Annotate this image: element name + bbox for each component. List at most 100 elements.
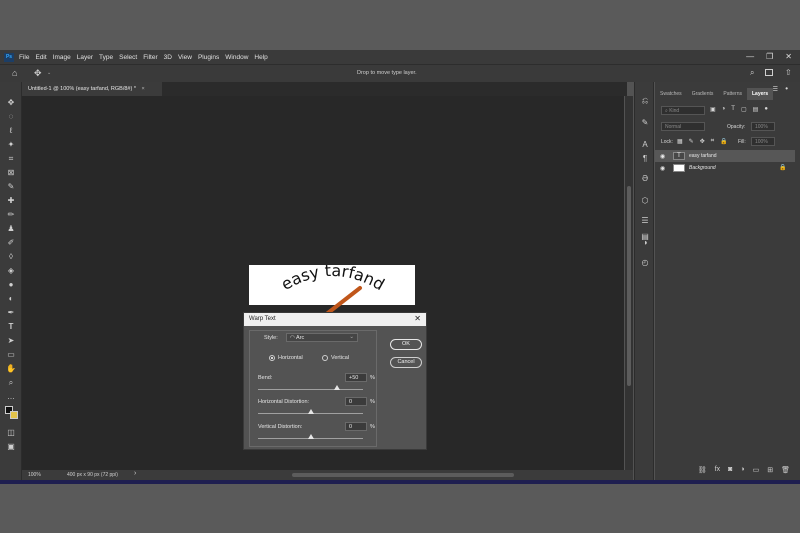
type-icon[interactable]: T: [6, 322, 16, 332]
eye-icon[interactable]: ◉: [660, 165, 665, 172]
stamp-icon[interactable]: ♟: [6, 224, 16, 234]
tab-gradients[interactable]: Gradients: [687, 88, 719, 100]
menu-image[interactable]: Image: [53, 54, 71, 61]
filter-toggle-icon[interactable]: ●: [764, 106, 768, 113]
move-tool-icon[interactable]: ✥: [34, 68, 42, 79]
horizontal-scrollbar[interactable]: [292, 473, 514, 477]
rectangle-icon[interactable]: ▭: [6, 350, 16, 360]
close-icon[interactable]: ✕: [414, 314, 421, 323]
filter-kind-select[interactable]: ⌕ Kind: [661, 106, 705, 115]
vertical-radio[interactable]: [322, 355, 328, 361]
delete-layer-icon[interactable]: 🗑: [781, 466, 790, 480]
new-layer-icon[interactable]: ⊞: [767, 466, 773, 480]
chevron-right-icon[interactable]: ›: [134, 470, 136, 477]
hand-icon[interactable]: ✋: [6, 364, 16, 374]
lasso-icon[interactable]: ℓ: [6, 126, 16, 136]
paint-bucket-icon[interactable]: ◈: [6, 266, 16, 276]
layer-mask-icon[interactable]: ◙: [728, 466, 732, 480]
pen-icon[interactable]: ✒: [6, 308, 16, 318]
brush-settings-icon[interactable]: ✎: [640, 118, 650, 128]
lock-artboard-icon[interactable]: ⌗: [711, 138, 714, 145]
menu-view[interactable]: View: [178, 54, 192, 61]
layer-row-text[interactable]: ◉ T easy tarfand: [655, 150, 795, 162]
magic-wand-icon[interactable]: ✦: [6, 140, 16, 150]
lock-transparent-icon[interactable]: ▦: [677, 138, 683, 145]
menu-plugins[interactable]: Plugins: [198, 54, 219, 61]
horizontal-distortion-knob[interactable]: [307, 409, 314, 414]
minimize-icon[interactable]: —: [746, 52, 754, 61]
horizontal-distortion-input[interactable]: 0: [345, 397, 367, 406]
menu-help[interactable]: Help: [254, 54, 267, 61]
fill-input[interactable]: 100%: [751, 137, 775, 146]
eyedropper-icon[interactable]: ✎: [6, 182, 16, 192]
eraser-icon[interactable]: ◊: [6, 252, 16, 262]
pixel-filter-icon[interactable]: ▣: [710, 106, 716, 113]
home-icon[interactable]: ⌂: [12, 68, 17, 78]
properties-icon[interactable]: ☰: [640, 216, 650, 226]
3d-icon[interactable]: ⬡: [640, 196, 650, 206]
frame-icon[interactable]: ⊠: [6, 168, 16, 178]
menu-edit[interactable]: Edit: [35, 54, 46, 61]
bend-slider-knob[interactable]: [333, 385, 340, 390]
link-layers-icon[interactable]: ⛓: [698, 466, 707, 480]
style-select[interactable]: ◠ Arc ⌄: [286, 333, 358, 342]
menu-file[interactable]: File: [19, 54, 29, 61]
actions-icon[interactable]: ◴: [640, 258, 650, 268]
menu-select[interactable]: Select: [119, 54, 137, 61]
adjustment-layer-icon[interactable]: ◑: [740, 466, 744, 480]
move-icon[interactable]: ✥: [6, 98, 16, 108]
vertical-distortion-input[interactable]: 0: [345, 422, 367, 431]
restore-icon[interactable]: ❐: [766, 52, 773, 61]
smart-object-filter-icon[interactable]: ▤: [753, 106, 759, 113]
menu-3d[interactable]: 3D: [164, 54, 172, 61]
workspace-icon[interactable]: [765, 69, 773, 76]
lock-all-icon[interactable]: 🔒: [720, 138, 727, 145]
zoom-icon[interactable]: ⌕: [6, 378, 16, 388]
bend-slider[interactable]: [258, 389, 363, 390]
ok-button[interactable]: OK: [390, 339, 422, 350]
document-tab[interactable]: Untitled-1 @ 100% (easy tarfand, RGB/8#)…: [22, 82, 162, 96]
cancel-button[interactable]: Cancel: [390, 357, 422, 368]
eye-icon[interactable]: ◉: [660, 153, 665, 160]
scrollbar-thumb[interactable]: [627, 186, 631, 386]
panel-menu-icon[interactable]: ☰: [773, 86, 778, 93]
share-icon[interactable]: ⇧: [785, 68, 792, 77]
type-filter-icon[interactable]: T: [731, 106, 735, 113]
path-selection-icon[interactable]: ➤: [6, 336, 16, 346]
adjustment-filter-icon[interactable]: ◑: [722, 106, 726, 113]
history-icon[interactable]: ⎌: [640, 96, 650, 106]
paragraph-icon[interactable]: ¶: [640, 154, 650, 164]
tab-swatches[interactable]: Swatches: [655, 88, 687, 100]
character-icon[interactable]: A: [640, 140, 650, 150]
screen-mode-icon[interactable]: ▣: [6, 442, 16, 452]
adjustments-icon[interactable]: ◑: [640, 238, 650, 248]
crop-icon[interactable]: ⌗: [6, 154, 16, 164]
menu-type[interactable]: Type: [99, 54, 113, 61]
layer-style-icon[interactable]: fx: [715, 466, 720, 480]
new-group-icon[interactable]: ▭: [753, 466, 760, 480]
horizontal-radio[interactable]: [269, 355, 275, 361]
vertical-scrollbar[interactable]: [625, 96, 633, 470]
tab-patterns[interactable]: Patterns: [718, 88, 747, 100]
lock-position-icon[interactable]: ✥: [700, 138, 705, 145]
more-tools-icon[interactable]: …: [6, 392, 16, 402]
shape-filter-icon[interactable]: ▢: [741, 106, 747, 113]
lock-image-icon[interactable]: ✎: [689, 138, 694, 145]
menu-layer[interactable]: Layer: [77, 54, 93, 61]
glyphs-icon[interactable]: Ə: [640, 174, 650, 184]
search-icon[interactable]: ⌕: [750, 68, 754, 78]
bend-input[interactable]: +50: [345, 373, 367, 382]
healing-icon[interactable]: ✚: [6, 196, 16, 206]
opacity-input[interactable]: 100%: [751, 122, 775, 131]
brush-icon[interactable]: ✏: [6, 210, 16, 220]
history-brush-icon[interactable]: ✐: [6, 238, 16, 248]
close-window-icon[interactable]: ✕: [785, 52, 792, 61]
blur-icon[interactable]: ●: [6, 280, 16, 290]
layer-row-background[interactable]: ◉ Background 🔒: [655, 162, 795, 174]
menu-filter[interactable]: Filter: [143, 54, 157, 61]
dodge-icon[interactable]: ◐: [6, 294, 16, 304]
chevron-down-icon[interactable]: ⌄: [47, 70, 51, 76]
quick-mask-icon[interactable]: ◫: [6, 428, 16, 438]
menu-window[interactable]: Window: [225, 54, 248, 61]
tab-layers[interactable]: Layers: [747, 88, 774, 100]
